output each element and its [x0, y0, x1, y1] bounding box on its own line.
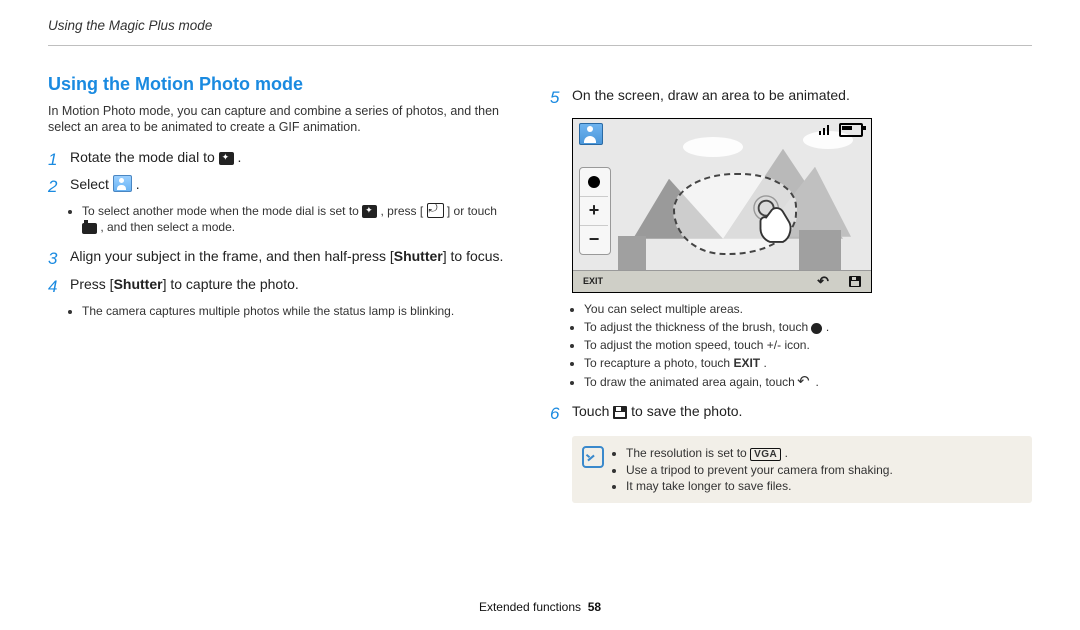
- finger-touch-icon: [753, 195, 813, 255]
- undo-icon: [798, 377, 812, 389]
- footer: Extended functions 58: [48, 600, 1032, 620]
- brush-size-icon: [580, 168, 608, 197]
- save-icon: [613, 406, 627, 419]
- breadcrumb: Using the Magic Plus mode: [48, 18, 1032, 33]
- mode-indicator-icon: [579, 123, 603, 145]
- step-number: 5: [550, 86, 572, 110]
- step-2: 2 Select .: [48, 175, 510, 199]
- vga-badge: VGA: [750, 448, 781, 461]
- step-6: 6 Touch to save the photo.: [550, 402, 1032, 426]
- save-icon: [849, 276, 861, 287]
- step-1: 1 Rotate the mode dial to .: [48, 148, 510, 172]
- mode-dial-star-icon: [362, 205, 377, 218]
- step-number: 4: [48, 275, 70, 299]
- brush-sidebar: + −: [579, 167, 611, 255]
- brush-dot-icon: [811, 323, 822, 334]
- note-box: The resolution is set to VGA . Use a tri…: [572, 436, 1032, 503]
- signal-icon: [819, 125, 833, 135]
- step-5: 5 On the screen, draw an area to be anim…: [550, 86, 1032, 110]
- step-number: 3: [48, 247, 70, 271]
- section-title: Using the Motion Photo mode: [48, 74, 510, 95]
- header-rule: [48, 45, 1032, 46]
- back-button-icon: [427, 203, 444, 218]
- step-number: 2: [48, 175, 70, 199]
- screen-bottom-bar: EXIT ↶: [573, 270, 871, 292]
- battery-icon: [839, 123, 863, 137]
- camera-screen-illustration: + − EXIT ↶: [572, 118, 872, 293]
- step-5-tips: You can select multiple areas. To adjust…: [572, 301, 1032, 390]
- step-3: 3 Align your subject in the frame, and t…: [48, 247, 510, 271]
- step-4-tip: The camera captures multiple photos whil…: [70, 303, 510, 319]
- motion-photo-mode-icon: [113, 175, 132, 192]
- speed-minus-icon: −: [580, 226, 608, 254]
- note-icon: [582, 446, 604, 468]
- step-2-tip: To select another mode when the mode dia…: [70, 203, 510, 235]
- step-4: 4 Press [Shutter] to capture the photo.: [48, 275, 510, 299]
- undo-icon: ↶: [817, 273, 829, 290]
- camera-icon: [82, 223, 97, 234]
- left-column: Using the Motion Photo mode In Motion Ph…: [48, 74, 540, 600]
- step-number: 1: [48, 148, 70, 172]
- section-intro: In Motion Photo mode, you can capture an…: [48, 103, 510, 136]
- mode-dial-star-icon: [219, 152, 234, 165]
- speed-plus-icon: +: [580, 197, 608, 226]
- exit-label: EXIT: [583, 276, 603, 286]
- right-column: 5 On the screen, draw an area to be anim…: [540, 74, 1032, 600]
- step-number: 6: [550, 402, 572, 426]
